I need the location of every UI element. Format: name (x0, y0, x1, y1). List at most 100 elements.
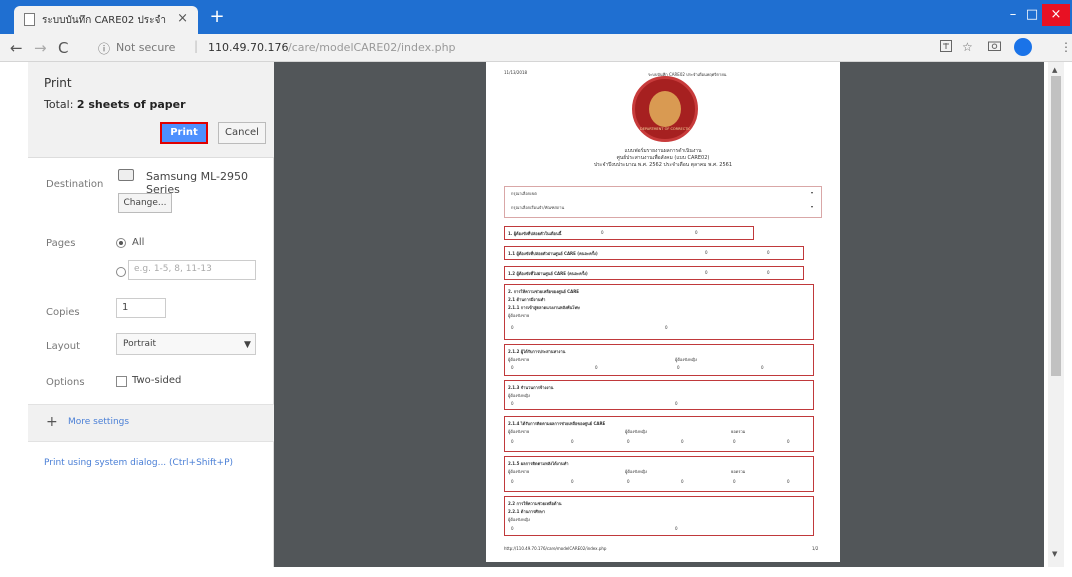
field-value: 0 (511, 479, 514, 484)
section-label: 2.2.1 ด้านการศึกษา (508, 509, 546, 514)
form-title-line: ศูนย์ประสานงานเพื่อสังคม (แบบ CARE02) (616, 155, 710, 161)
field-value: 0 (681, 479, 684, 484)
options-label: Options (46, 377, 85, 388)
plus-icon: + (46, 414, 58, 430)
scroll-up-icon[interactable]: ▲ (1052, 66, 1057, 74)
layout-select[interactable]: Portrait (116, 333, 256, 355)
field-value: 0 (571, 439, 574, 444)
column-label: ผู้ต้องขังหญิง (625, 429, 647, 434)
column-label: ยอดรวม (731, 429, 746, 434)
address-bar: ← → C ⓘ Not secure | 110.49.70.176 /care… (0, 34, 1072, 62)
seal-text: DEPARTMENT OF CORRECTIONS (640, 127, 690, 131)
printer-icon (118, 169, 134, 181)
close-window-button[interactable]: × (1042, 4, 1070, 26)
menu-icon[interactable]: ⋮ (1060, 40, 1072, 54)
prison-select: กรุณาเลือกเรือนจำ/ทัณฑสถาน (511, 205, 565, 210)
field-value: 0 (761, 365, 764, 370)
select-group: กรุณาเลือกเขต ▾ กรุณาเลือกเรือนจำ/ทัณฑสถ… (504, 186, 822, 218)
field-value: 0 (787, 439, 790, 444)
section-2-1-1: 2. การให้ความช่วยเหลือของศูนย์ CARE 2.1 … (504, 284, 814, 340)
field-value: 0 (627, 439, 630, 444)
section-label: 2. การให้ความช่วยเหลือของศูนย์ CARE (508, 289, 580, 294)
scroll-down-icon[interactable]: ▼ (1052, 550, 1057, 558)
url-separator: | (194, 39, 199, 53)
total-value: 2 sheets of paper (76, 98, 186, 111)
chevron-icon: ▾ (811, 204, 814, 209)
row-value: 0 (705, 250, 708, 255)
section-label: 2.1 ด้านการมีงานทำ (508, 297, 546, 302)
not-secure-label: Not secure (116, 41, 176, 54)
maximize-button[interactable]: □ (1022, 4, 1042, 26)
preview-page: 11/13/2018 ระบบบันทึก CARE02 ประจำเดือนพ… (486, 62, 840, 562)
row-1-1-label: 1.1 ผู้ต้องขังที่ปล่อยตัวผ่านศูนย์ CARE … (508, 251, 598, 256)
print-settings-panel: Print Total: 2 sheets of paper Print Can… (28, 62, 274, 567)
scrollbar-thumb[interactable] (1051, 76, 1061, 376)
pages-all-radio[interactable] (116, 238, 126, 248)
column-label: ผู้ต้องขังหญิง (508, 517, 530, 522)
pages-all-label[interactable]: All (132, 237, 144, 248)
column-label: ผู้ต้องขังชาย (508, 429, 530, 434)
minimize-button[interactable]: – (1002, 4, 1024, 26)
more-settings-toggle[interactable]: + More settings (28, 404, 274, 442)
row-1-label: 1. ผู้ต้องขังที่ปล่อยตัวในเดือนนี้ (508, 231, 562, 236)
form-title-line: แบบฟอร์มรายงานผลการดำเนินงาน (624, 148, 702, 154)
print-title: Print (44, 76, 72, 90)
field-value: 0 (733, 439, 736, 444)
section-label: 2.2 การให้ความช่วยเหลือด้าน (508, 501, 562, 506)
new-tab-button[interactable]: + (206, 7, 228, 27)
cancel-button[interactable]: Cancel (218, 122, 266, 144)
total-prefix: Total: (44, 98, 77, 111)
translate-icon[interactable] (940, 40, 952, 55)
field-value: 0 (675, 526, 678, 531)
total-sheets: Total: 2 sheets of paper (44, 98, 186, 111)
field-value: 0 (675, 401, 678, 406)
info-icon[interactable]: ⓘ (98, 40, 110, 57)
vertical-scrollbar[interactable]: ▲ ▼ (1048, 62, 1064, 567)
row-1: 1. ผู้ต้องขังที่ปล่อยตัวในเดือนนี้ 0 0 (504, 226, 754, 240)
page-number: 1/2 (812, 546, 819, 551)
field-value: 0 (511, 325, 514, 330)
column-label: ผู้ต้องขังหญิง (508, 393, 530, 398)
form-title-line: ประจำปีงบประมาณ พ.ศ. 2562 ประจำเดือน ตุล… (593, 162, 733, 168)
zone-select: กรุณาเลือกเขต (511, 191, 537, 196)
department-seal: DEPARTMENT OF CORRECTIONS (632, 76, 698, 142)
pages-label: Pages (46, 238, 76, 249)
copies-input[interactable]: 1 (116, 298, 166, 318)
back-icon[interactable]: ← (10, 39, 23, 57)
form-title: แบบฟอร์มรายงานผลการดำเนินงาน ศูนย์ประสาน… (546, 148, 780, 169)
row-1-value: 0 (601, 230, 604, 235)
print-button[interactable]: Print (160, 122, 208, 144)
section-2-1-5: 2.1.5 ผลการติดตามหลังได้งานทำ ผู้ต้องขัง… (504, 456, 814, 492)
field-value: 0 (571, 479, 574, 484)
url-input[interactable]: ⓘ Not secure | 110.49.70.176 /care/model… (84, 37, 920, 59)
two-sided-checkbox[interactable] (116, 376, 127, 387)
dropdown-arrow-icon: ▼ (244, 340, 251, 350)
reload-icon[interactable]: C (58, 39, 68, 57)
page-date: 11/13/2018 (504, 70, 528, 75)
system-dialog-link[interactable]: Print using system dialog... (Ctrl+Shift… (44, 458, 233, 468)
field-value: 0 (595, 365, 598, 370)
chevron-icon: ▾ (811, 190, 814, 195)
two-sided-label[interactable]: Two-sided (132, 375, 181, 386)
forward-icon[interactable]: → (34, 39, 47, 57)
column-label: ผู้ต้องขังหญิง (625, 469, 647, 474)
pages-custom-radio[interactable] (116, 267, 126, 277)
title-bar: ระบบบันทึก CARE02 ประจำเดือนพฤศจิกายน × … (0, 0, 1072, 34)
browser-tab[interactable]: ระบบบันทึก CARE02 ประจำเดือนพฤศจิกายน × (14, 6, 198, 34)
print-preview-area: 11/13/2018 ระบบบันทึก CARE02 ประจำเดือนพ… (274, 62, 1044, 567)
section-2-1-4: 2.1.4 ได้รับการติดตามผลการช่วยเหลือของศู… (504, 416, 814, 452)
page-footer-url: http://110.49.70.176/care/modelCARE02/in… (504, 546, 607, 551)
row-value: 0 (767, 250, 770, 255)
tab-close-icon[interactable]: × (177, 11, 188, 26)
profile-avatar-icon[interactable] (1014, 38, 1032, 56)
pages-range-input[interactable]: e.g. 1-5, 8, 11-13 (128, 260, 256, 280)
field-value: 0 (511, 439, 514, 444)
camera-icon[interactable] (988, 40, 1001, 54)
field-value: 0 (681, 439, 684, 444)
section-2-1-3: 2.1.3 จำนวนการจ้างงาน ผู้ต้องขังหญิง 0 0 (504, 380, 814, 410)
change-destination-button[interactable]: Change... (118, 193, 172, 213)
section-label: 2.1.4 ได้รับการติดตามผลการช่วยเหลือของศู… (508, 421, 606, 426)
row-value: 0 (767, 270, 770, 275)
row-1-value: 0 (695, 230, 698, 235)
bookmark-star-icon[interactable]: ☆ (962, 40, 973, 54)
